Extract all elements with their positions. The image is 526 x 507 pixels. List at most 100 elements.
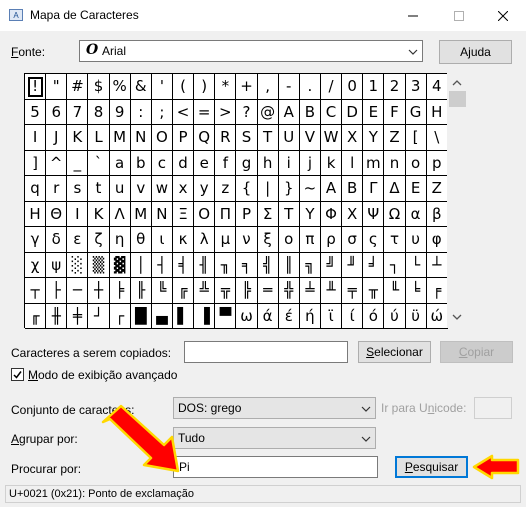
char-cell[interactable]: c [151, 150, 173, 176]
char-cell[interactable]: ╗ [299, 252, 321, 278]
char-cell[interactable]: x [172, 176, 195, 202]
char-cell[interactable]: ║ [278, 252, 300, 278]
char-cell[interactable]: ζ [88, 227, 110, 253]
char-cell[interactable]: Θ [46, 201, 68, 227]
char-cell[interactable]: n [384, 150, 406, 176]
char-cell[interactable]: ~ [299, 176, 321, 202]
char-cell[interactable]: Δ [384, 176, 406, 202]
char-cell[interactable]: _ [67, 150, 89, 176]
select-button[interactable]: Selecionar [358, 341, 431, 363]
char-cell[interactable]: g [236, 150, 258, 176]
char-cell[interactable]: Υ [299, 201, 321, 227]
char-cell[interactable]: Y [363, 125, 385, 151]
char-cell[interactable]: ψ [46, 252, 68, 278]
char-cell[interactable]: U [278, 125, 300, 151]
char-cell[interactable]: Q [194, 125, 216, 151]
char-cell[interactable]: ` [88, 150, 110, 176]
char-cell[interactable]: ╞ [109, 278, 131, 304]
char-cell[interactable]: ▓ [109, 252, 131, 278]
char-cell[interactable]: ╦ [215, 278, 237, 304]
char-cell[interactable]: R [215, 125, 237, 151]
char-cell[interactable]: Μ [130, 201, 152, 227]
char-cell[interactable]: Σ [257, 201, 279, 227]
char-cell[interactable]: ϋ [405, 303, 427, 329]
char-cell[interactable]: ρ [320, 227, 343, 253]
char-cell[interactable]: E [363, 99, 385, 125]
char-cell[interactable]: ╩ [194, 278, 216, 304]
grid-scrollbar[interactable] [447, 73, 468, 328]
char-cell[interactable]: } [278, 176, 300, 202]
char-cell[interactable]: ι [151, 227, 173, 253]
char-cell[interactable]: ┼ [88, 278, 110, 304]
char-cell[interactable]: { [236, 176, 258, 202]
char-cell[interactable]: P [172, 125, 195, 151]
char-cell[interactable]: F [384, 99, 406, 125]
char-cell[interactable]: Z [384, 125, 406, 151]
char-cell[interactable]: 8 [88, 99, 110, 125]
minimize-button[interactable] [390, 0, 436, 31]
char-cell[interactable]: ϊ [320, 303, 343, 329]
char-cell[interactable]: α [405, 201, 427, 227]
goto-unicode-field[interactable] [474, 397, 512, 419]
char-cell[interactable]: t [88, 176, 110, 202]
char-cell[interactable]: S [236, 125, 258, 151]
char-cell[interactable]: z [215, 176, 237, 202]
char-cell[interactable]: σ [342, 227, 364, 253]
char-cell[interactable]: > [215, 99, 237, 125]
char-cell[interactable]: 1 [363, 74, 385, 100]
char-cell[interactable]: B [299, 99, 321, 125]
char-cell[interactable]: Η [25, 201, 47, 227]
char-cell[interactable]: γ [25, 227, 47, 253]
char-cell[interactable]: \ [426, 125, 448, 151]
char-cell[interactable]: ( [172, 74, 195, 100]
char-cell[interactable]: . [299, 74, 321, 100]
char-cell[interactable]: Ο [194, 201, 216, 227]
char-cell[interactable]: y [194, 176, 216, 202]
char-cell[interactable]: & [130, 74, 152, 100]
char-cell[interactable]: ┘ [88, 303, 110, 329]
char-cell[interactable]: Γ [363, 176, 385, 202]
char-cell[interactable]: ╧ [299, 278, 321, 304]
charset-dropdown[interactable]: DOS: grego [173, 397, 376, 419]
search-input[interactable]: Pi [173, 456, 378, 478]
char-cell[interactable]: ▒ [88, 252, 110, 278]
char-cell[interactable]: ▐ [194, 303, 216, 329]
char-cell[interactable]: a [109, 150, 131, 176]
char-cell[interactable]: Λ [109, 201, 131, 227]
char-cell[interactable]: e [194, 150, 216, 176]
char-cell[interactable]: u [109, 176, 131, 202]
char-cell[interactable]: ╪ [67, 303, 89, 329]
maximize-button[interactable] [436, 0, 482, 31]
char-cell[interactable]: 0 [342, 74, 364, 100]
char-cell[interactable]: < [172, 99, 195, 125]
char-cell[interactable]: ^ [46, 150, 68, 176]
char-cell[interactable]: 2 [384, 74, 406, 100]
char-cell[interactable]: ? [236, 99, 258, 125]
char-cell[interactable]: μ [215, 227, 237, 253]
char-cell[interactable]: - [278, 74, 300, 100]
char-cell[interactable]: Ξ [172, 201, 195, 227]
char-cell[interactable]: Ι [67, 201, 89, 227]
char-cell[interactable]: χ [25, 252, 47, 278]
scroll-up-icon[interactable] [452, 80, 462, 86]
char-cell[interactable]: ) [194, 74, 216, 100]
char-cell[interactable]: ┴ [426, 252, 448, 278]
char-cell[interactable]: ╜ [342, 252, 364, 278]
char-cell[interactable]: ╝ [320, 252, 343, 278]
char-cell[interactable]: f [215, 150, 237, 176]
char-cell[interactable]: █ [130, 303, 152, 329]
char-cell[interactable]: ν [236, 227, 258, 253]
char-cell[interactable]: ' [151, 74, 173, 100]
char-cell[interactable]: Ρ [236, 201, 258, 227]
char-cell[interactable]: ▄ [151, 303, 173, 329]
char-cell[interactable]: ├ [46, 278, 68, 304]
char-cell[interactable]: @ [257, 99, 279, 125]
char-cell[interactable]: * [215, 74, 237, 100]
char-cell[interactable]: r [46, 176, 68, 202]
char-cell[interactable]: ▀ [215, 303, 237, 329]
char-cell[interactable]: o [405, 150, 427, 176]
char-cell[interactable]: ╕ [236, 252, 258, 278]
char-cell[interactable]: ή [299, 303, 321, 329]
char-cell[interactable]: J [46, 125, 68, 151]
char-cell[interactable]: ╫ [46, 303, 68, 329]
